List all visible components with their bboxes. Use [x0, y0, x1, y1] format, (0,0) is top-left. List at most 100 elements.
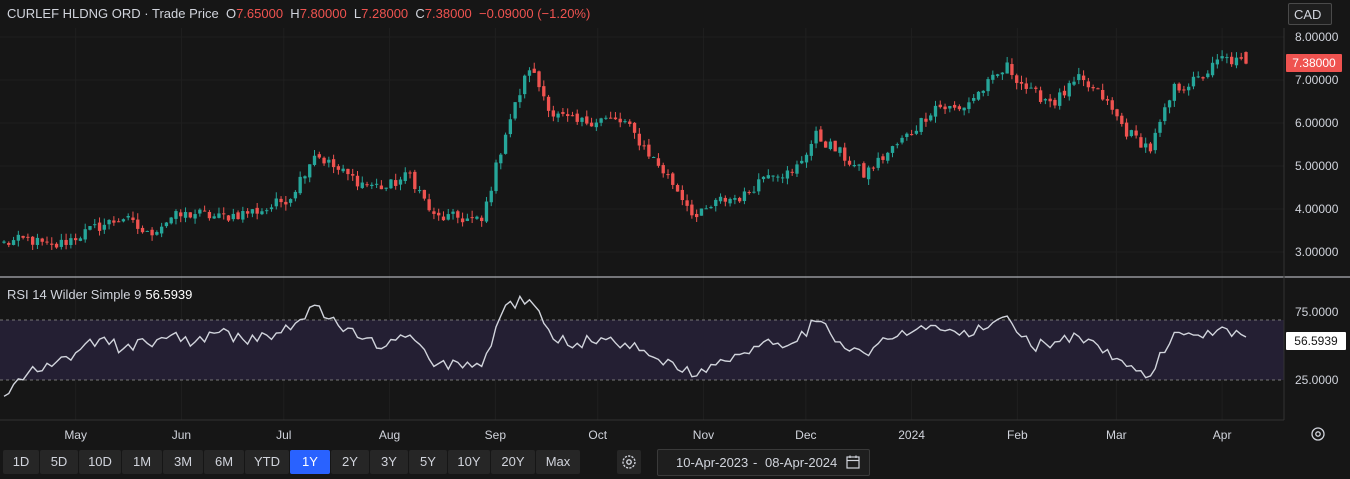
candle-body [389, 179, 393, 189]
candle-body [1163, 107, 1167, 122]
candle-body [360, 182, 364, 188]
candle-body [241, 211, 245, 220]
range-button-2y[interactable]: 2Y [331, 450, 369, 474]
candle-body [1215, 59, 1220, 65]
candle-body [1000, 72, 1005, 75]
range-button-20y[interactable]: 20Y [491, 450, 535, 474]
time-tick: Aug [379, 428, 400, 442]
range-button-5y[interactable]: 5Y [409, 450, 447, 474]
high-value: 7.80000 [299, 6, 347, 21]
candle-body [513, 102, 517, 119]
candle-body [814, 130, 818, 144]
candle-body [1139, 137, 1143, 148]
candle-body [900, 137, 904, 143]
candle-body [795, 164, 799, 174]
candle-body [489, 190, 493, 203]
candle-body [1201, 77, 1205, 79]
range-button-6m[interactable]: 6M [204, 450, 244, 474]
rsi-tick: 75.0000 [1295, 305, 1339, 319]
candle-body [11, 240, 16, 245]
candle-body [537, 71, 541, 88]
candle-body [642, 145, 646, 147]
time-tick: Mar [1106, 428, 1127, 442]
range-button-3m[interactable]: 3M [163, 450, 203, 474]
candle-body [656, 158, 661, 166]
candle-body [1234, 57, 1239, 66]
candle-body [1210, 62, 1215, 76]
range-button-ytd[interactable]: YTD [245, 450, 289, 474]
time-tick: Nov [693, 428, 714, 442]
candle-body [403, 172, 407, 181]
price-chart[interactable]: 8.00000 7.00000 6.00000 5.00000 4.00000 3.000… [0, 0, 1350, 448]
candle-body [1043, 99, 1048, 101]
date-range-picker[interactable]: 10-Apr-2023 - 08-Apr-2024 [657, 449, 870, 476]
candle-body [54, 243, 59, 248]
candle-body [202, 210, 207, 212]
time-tick: Feb [1007, 428, 1028, 442]
candle-body [694, 213, 699, 218]
time-tick: Sep [485, 428, 507, 442]
candle-body [833, 140, 837, 152]
candle-body [21, 235, 25, 238]
range-button-1m[interactable]: 1M [122, 450, 162, 474]
candle-body [1134, 130, 1138, 136]
candle-body [962, 107, 966, 111]
candle-body [26, 236, 30, 238]
candle-body [551, 110, 556, 117]
range-settings-button[interactable] [617, 450, 641, 474]
candle-body [1196, 76, 1200, 78]
range-button-max[interactable]: Max [536, 450, 580, 474]
candle-body [1015, 75, 1019, 83]
candle-body [1058, 92, 1062, 106]
range-button-10d[interactable]: 10D [79, 450, 121, 474]
candle-body [269, 207, 274, 210]
candle-body [733, 198, 737, 200]
candle-body [919, 118, 923, 132]
range-button-5d[interactable]: 5D [40, 450, 78, 474]
candle-body [938, 104, 942, 108]
candle-body [1105, 99, 1110, 101]
candle-body [800, 160, 804, 164]
chart-area[interactable]: 8.00000 7.00000 6.00000 5.00000 4.00000 3.000… [0, 0, 1350, 476]
candle-body [914, 130, 919, 134]
range-button-1y[interactable]: 1Y [290, 450, 330, 474]
candle-body [112, 220, 116, 223]
time-tick: Jun [172, 428, 191, 442]
series-type: Trade Price [151, 6, 219, 21]
candle-body [1010, 64, 1014, 76]
candle-body [929, 115, 933, 121]
candle-body [159, 226, 164, 234]
candle-body [886, 152, 890, 161]
candle-body [432, 211, 436, 214]
candle-body [838, 147, 842, 153]
candle-body [408, 172, 412, 174]
candle-body [766, 175, 770, 179]
candle-body [303, 176, 307, 179]
range-button-3y[interactable]: 3Y [370, 450, 408, 474]
candle-body [905, 133, 909, 137]
time-tick: 2024 [898, 428, 925, 442]
candle-body [823, 141, 828, 148]
candle-body [790, 171, 794, 173]
candle-body [1120, 115, 1124, 125]
candle-body [284, 201, 288, 205]
candle-body [374, 183, 379, 185]
date-to[interactable]: 08-Apr-2024 [765, 455, 837, 470]
candle-body [40, 238, 44, 242]
price-tick: 3.00000 [1295, 245, 1339, 259]
candle-body [943, 106, 947, 110]
candle-body [460, 218, 465, 223]
candle-body [1081, 75, 1086, 81]
calendar-icon[interactable] [846, 455, 860, 469]
candle-body [1158, 121, 1162, 133]
candle-body [995, 74, 1000, 76]
currency-select[interactable]: CAD [1288, 3, 1332, 25]
range-button-10y[interactable]: 10Y [448, 450, 490, 474]
candle-body [1067, 83, 1071, 97]
candle-body [952, 104, 957, 108]
date-from[interactable]: 10-Apr-2023 [676, 455, 748, 470]
candle-body [780, 177, 785, 179]
range-button-1d[interactable]: 1D [3, 450, 39, 474]
candle-body [322, 157, 326, 164]
candle-body [207, 211, 212, 219]
